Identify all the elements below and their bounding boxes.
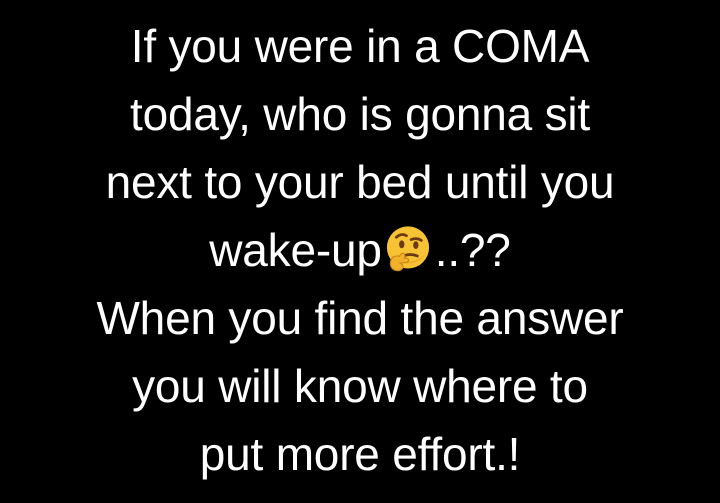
thinking-face-icon [383,224,433,274]
text-line-2: today, who is gonna sit [130,88,590,140]
text-line-7: put more effort.! [199,428,521,480]
text-line-4: wake-up ..?? [0,222,720,278]
text-line-6: you will know where to [132,360,588,412]
text-line-3: next to your bed until you [105,156,615,208]
meme-canvas: If you were in a COMA today, who is gonn… [0,0,720,503]
text-line-4-prefix: wake-up [209,224,382,276]
text-line-1: If you were in a COMA [130,20,590,72]
text-line-4-suffix: ..?? [434,224,511,276]
text-line-5: When you find the answer [96,292,624,344]
